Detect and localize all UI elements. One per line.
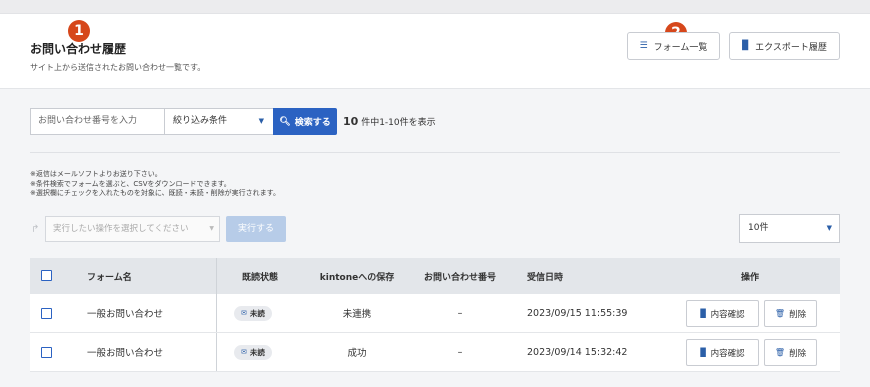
read-status-label: 未読 — [249, 347, 265, 357]
row-form-name: 一般お問い合わせ — [87, 309, 164, 320]
search-button[interactable]: 🔍︎ 検索する — [273, 108, 337, 135]
col-inquiry-number: お問い合わせ番号 — [423, 272, 496, 283]
result-total: 10 — [343, 115, 359, 128]
row-inquiry-number: – — [457, 307, 463, 319]
page-header: 1 2 お問い合わせ履歴 サイト上から送信されたお問い合わせ一覧です。 ☰ フォ… — [0, 14, 870, 89]
view-details-button[interactable]: ▉ 内容確認 — [686, 300, 759, 327]
inquiry-table: フォーム名 既読状態 kintoneへの保存 お問い合わせ番号 受信日時 操作 … — [30, 258, 840, 372]
col-actions: 操作 — [740, 272, 759, 283]
list-icon: ☰ — [639, 41, 648, 51]
document-icon: ▉ — [742, 41, 750, 51]
col-read-status: 既読状態 — [241, 272, 278, 283]
divider — [30, 152, 840, 153]
bulk-action-select[interactable]: 実行したい操作を選択してください ▼ — [45, 216, 220, 242]
result-count: 10 件中1-10件を表示 — [343, 115, 436, 128]
document-icon: ▉ — [700, 309, 707, 318]
read-status-badge: ✉ 未読 — [234, 344, 272, 360]
note-line: ※返信はメールソフトよりお送り下さい。 — [30, 170, 162, 178]
col-kintone: kintoneへの保存 — [319, 272, 395, 283]
document-icon: ▉ — [700, 348, 707, 357]
top-strip — [0, 0, 870, 14]
delete-button[interactable]: 🗑︎ 削除 — [764, 339, 817, 366]
notes: ※返信はメールソフトよりお送り下さい。 ※条件検索でフォームを選ぶと、CSVをダ… — [30, 170, 280, 199]
forms-list-label: フォーム一覧 — [653, 42, 708, 53]
read-status-label: 未読 — [249, 308, 265, 318]
view-details-button[interactable]: ▉ 内容確認 — [686, 339, 759, 366]
run-button[interactable]: 実行する — [226, 216, 286, 242]
export-history-label: エクスポート履歴 — [755, 42, 827, 53]
inquiry-number-input[interactable]: お問い合わせ番号を入力 — [30, 108, 165, 135]
filter-select-label: 絞り込み条件 — [173, 116, 228, 126]
caret-down-icon: ▼ — [209, 225, 214, 232]
page-size-select[interactable]: 10件 ▼ — [739, 214, 840, 243]
column-separator — [216, 258, 217, 294]
table-row: 一般お問い合わせ ✉ 未読 成功 – 2023/09/14 15:32:42 ▉ … — [30, 333, 840, 372]
col-received: 受信日時 — [527, 272, 564, 283]
table-header: フォーム名 既読状態 kintoneへの保存 お問い合わせ番号 受信日時 操作 — [30, 258, 840, 294]
view-details-label: 内容確認 — [710, 309, 745, 320]
read-status-badge: ✉ 未読 — [234, 305, 272, 321]
row-inquiry-number: – — [457, 346, 463, 358]
result-range: 件中1-10件を表示 — [361, 118, 436, 128]
row-checkbox[interactable] — [41, 308, 52, 319]
page-size-value: 10件 — [748, 223, 769, 233]
table-row: 一般お問い合わせ ✉ 未読 未連携 – 2023/09/15 11:55:39 ▉… — [30, 294, 840, 333]
select-all-checkbox[interactable] — [41, 270, 52, 281]
step-marker-1: 1 — [68, 20, 90, 42]
delete-label: 削除 — [789, 348, 807, 359]
forms-list-button[interactable]: ☰ フォーム一覧 — [627, 32, 720, 60]
search-icon: 🔍︎ — [279, 116, 291, 127]
bulk-arrow-icon: ↱ — [31, 224, 40, 235]
envelope-icon: ✉ — [241, 309, 247, 317]
delete-button[interactable]: 🗑︎ 削除 — [764, 300, 817, 327]
row-received: 2023/09/14 15:32:42 — [527, 346, 628, 358]
delete-label: 削除 — [789, 309, 807, 320]
col-form-name: フォーム名 — [87, 272, 132, 283]
row-checkbox[interactable] — [41, 347, 52, 358]
caret-down-icon: ▼ — [258, 117, 264, 125]
page-subtitle: サイト上から送信されたお問い合わせ一覧です。 — [30, 63, 206, 72]
column-separator — [216, 294, 217, 332]
row-received: 2023/09/15 11:55:39 — [527, 307, 628, 319]
envelope-icon: ✉ — [241, 348, 247, 356]
main-content: お問い合わせ番号を入力 絞り込み条件 ▼ 🔍︎ 検索する 10 件中1-10件を… — [0, 90, 870, 387]
row-form-name: 一般お問い合わせ — [87, 348, 164, 359]
view-details-label: 内容確認 — [710, 348, 745, 359]
bulk-action-placeholder: 実行したい操作を選択してください — [53, 224, 189, 234]
caret-down-icon: ▼ — [826, 224, 832, 232]
note-line: ※選択欄にチェックを入れたものを対象に、既読・未読・削除が実行されます。 — [30, 189, 280, 197]
column-separator — [216, 333, 217, 371]
row-kintone: 成功 — [347, 348, 367, 359]
trash-icon: 🗑︎ — [774, 348, 786, 357]
export-history-button[interactable]: ▉ エクスポート履歴 — [729, 32, 840, 60]
page-title: お問い合わせ履歴 — [30, 42, 127, 56]
note-line: ※条件検索でフォームを選ぶと、CSVをダウンロードできます。 — [30, 179, 231, 188]
search-button-label: 検索する — [294, 118, 331, 128]
row-kintone: 未連携 — [342, 309, 372, 320]
filter-select[interactable]: 絞り込み条件 ▼ — [164, 108, 274, 135]
trash-icon: 🗑︎ — [774, 309, 786, 318]
